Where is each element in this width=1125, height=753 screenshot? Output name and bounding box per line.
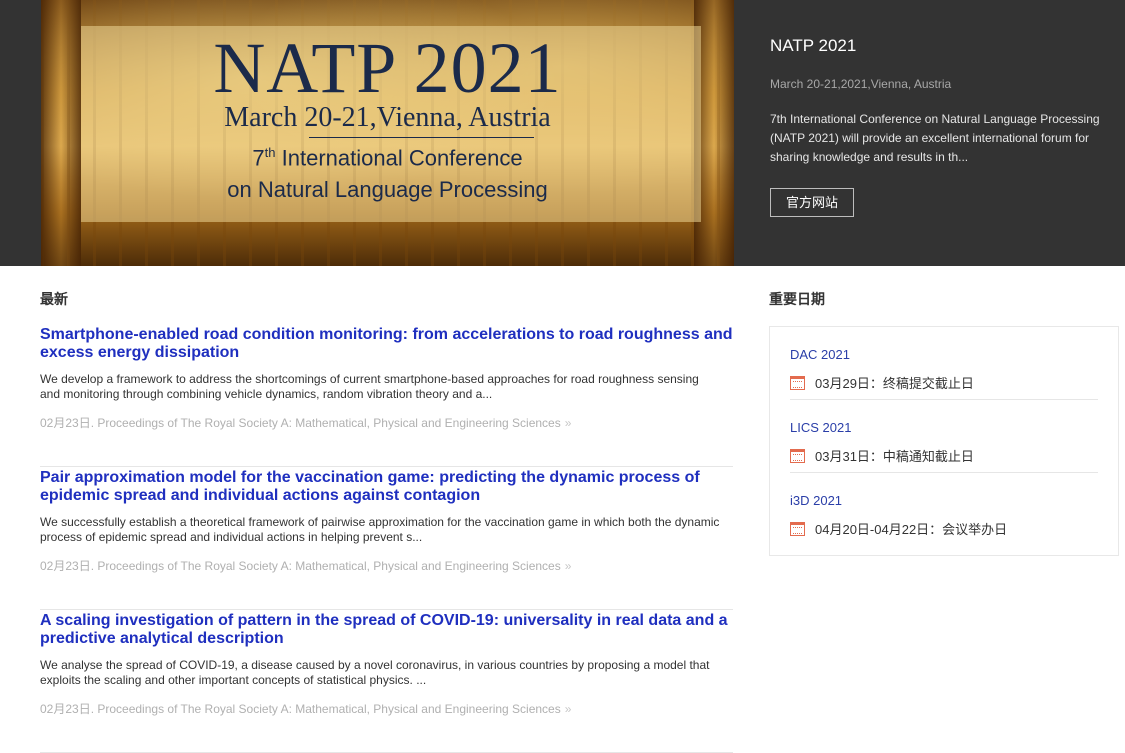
news-title-link[interactable]: A scaling investigation of pattern in th… — [40, 610, 733, 648]
banner-divider — [309, 137, 534, 138]
banner-ordinal-suffix: th — [264, 145, 276, 160]
date-text: 04月20日-04月22日：会议举办日 — [815, 522, 1008, 537]
important-dates-panel: DAC 2021 03月29日：终稿提交截止日 LICS 2021 03月31日… — [769, 326, 1119, 556]
conference-banner-image[interactable]: NATP 2021 March 20-21,Vienna, Austria 7t… — [41, 0, 734, 266]
date-item: DAC 2021 03月29日：终稿提交截止日 — [790, 327, 1098, 400]
date-text: 03月31日：中稿通知截止日 — [815, 449, 974, 464]
news-item: Smartphone-enabled road condition monito… — [40, 324, 733, 467]
more-arrow-icon[interactable]: » — [565, 559, 572, 573]
date-item: LICS 2021 03月31日：中稿通知截止日 — [790, 400, 1098, 473]
date-conference-link[interactable]: DAC 2021 — [790, 347, 850, 362]
news-meta: 02月23日. Proceedings of The Royal Society… — [40, 414, 733, 431]
news-item: Pair approximation model for the vaccina… — [40, 467, 733, 610]
date-item: i3D 2021 04月20日-04月22日：会议举办日 — [790, 473, 1098, 546]
date-conference-link[interactable]: LICS 2021 — [790, 420, 851, 435]
banner-ordinal: 7 — [252, 145, 265, 171]
conference-name: NATP 2021 — [770, 36, 857, 55]
news-summary: We analyse the spread of COVID-19, a dis… — [40, 658, 710, 687]
calendar-icon — [790, 449, 805, 463]
more-arrow-icon[interactable]: » — [565, 702, 572, 716]
date-conference-link[interactable]: i3D 2021 — [790, 493, 842, 508]
banner-title: NATP 2021 — [213, 28, 562, 108]
latest-heading: 最新 — [40, 291, 68, 307]
official-website-button[interactable]: 官方网站 — [770, 188, 854, 217]
conference-description: 7th International Conference on Natural … — [770, 112, 1100, 164]
calendar-icon — [790, 376, 805, 390]
news-meta: 02月23日. Proceedings of The Royal Society… — [40, 557, 733, 574]
news-title-link[interactable]: Pair approximation model for the vaccina… — [40, 467, 733, 505]
hero-section: NATP 2021 March 20-21,Vienna, Austria 7t… — [0, 0, 1125, 266]
news-title-link[interactable]: Smartphone-enabled road condition monito… — [40, 324, 733, 362]
news-meta: 02月23日. Proceedings of The Royal Society… — [40, 700, 733, 717]
banner-date: March 20-21,Vienna, Austria — [224, 102, 551, 133]
banner-subtitle-line2: on Natural Language Processing — [227, 177, 548, 202]
news-summary: We successfully establish a theoretical … — [40, 515, 720, 544]
news-source: 02月23日. Proceedings of The Royal Society… — [40, 416, 561, 430]
latest-news-list: Smartphone-enabled road condition monito… — [40, 324, 733, 753]
date-text: 03月29日：终稿提交截止日 — [815, 376, 974, 391]
news-source: 02月23日. Proceedings of The Royal Society… — [40, 559, 561, 573]
news-summary: We develop a framework to address the sh… — [40, 372, 699, 401]
news-source: 02月23日. Proceedings of The Royal Society… — [40, 702, 561, 716]
banner-subtitle-line1: 7th International Conference — [41, 145, 734, 171]
date-row: 04月20日-04月22日：会议举办日 — [790, 519, 1007, 538]
important-dates-heading: 重要日期 — [769, 291, 825, 307]
date-row: 03月29日：终稿提交截止日 — [790, 373, 974, 392]
more-arrow-icon[interactable]: » — [565, 416, 572, 430]
date-row: 03月31日：中稿通知截止日 — [790, 446, 974, 465]
news-item: A scaling investigation of pattern in th… — [40, 610, 733, 753]
banner-subtitle-text: International Conference — [275, 145, 523, 171]
conference-date: March 20-21,2021,Vienna, Austria — [770, 77, 952, 91]
calendar-icon — [790, 522, 805, 536]
